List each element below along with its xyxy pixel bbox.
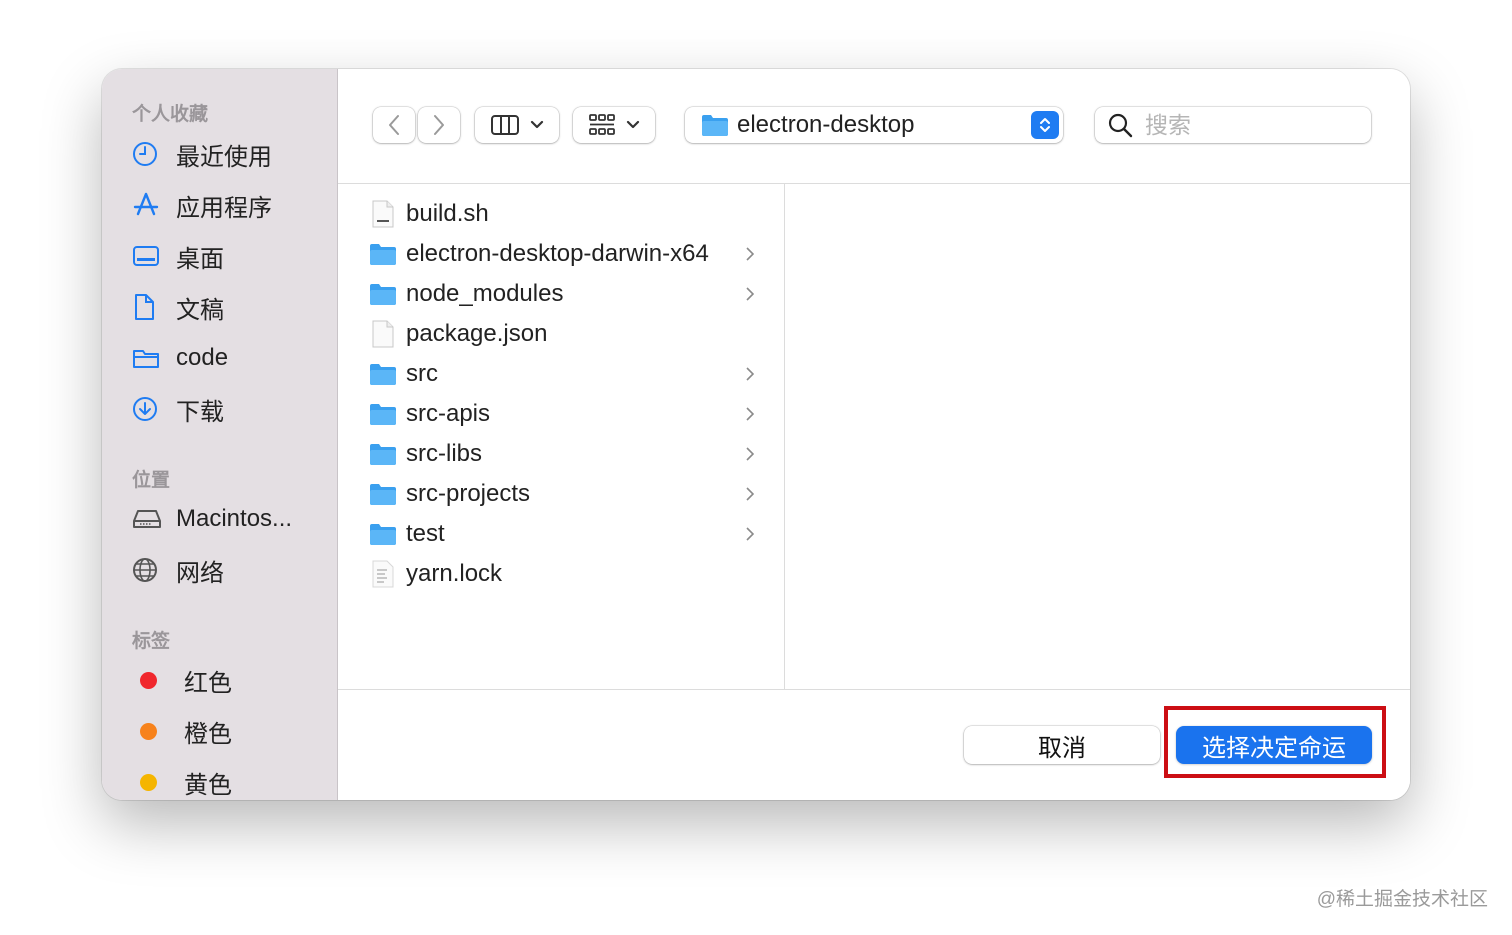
folder-row[interactable]: src-projects — [338, 474, 784, 514]
search-input[interactable] — [1143, 110, 1347, 140]
yellow-tag-dot-icon — [140, 773, 157, 791]
sidebar-section-favorites: 个人收藏 — [132, 104, 209, 125]
forward-button[interactable] — [418, 107, 460, 143]
folder-icon — [368, 439, 398, 469]
chevron-right-icon — [740, 287, 760, 301]
folder-name: src-libs — [406, 440, 482, 467]
chevron-right-icon — [740, 487, 760, 501]
chevron-down-icon — [626, 120, 640, 129]
json-file-icon — [368, 319, 398, 349]
download-icon — [132, 394, 168, 424]
chevron-right-icon — [740, 447, 760, 461]
file-name: package.json — [406, 320, 548, 347]
sidebar-tag-yellow[interactable]: 黄色 — [132, 762, 332, 800]
folder-icon — [368, 399, 398, 429]
file-list-column: build.sh electron-desktop-darwin-x64 nod… — [338, 184, 785, 689]
cancel-button[interactable]: 取消 — [964, 726, 1160, 764]
sidebar-item-downloads[interactable]: 下载 — [132, 389, 332, 429]
chevron-left-icon — [389, 115, 399, 135]
sidebar-item-applications[interactable]: 应用程序 — [132, 185, 332, 225]
sidebar-item-label: 橙色 — [184, 720, 232, 748]
column-view-button[interactable] — [475, 107, 559, 143]
folder-name: electron-desktop-darwin-x64 — [406, 240, 709, 267]
chevron-right-icon — [740, 247, 760, 261]
folder-name: src — [406, 360, 438, 387]
folder-icon — [368, 359, 398, 389]
stepper-icon — [1031, 111, 1059, 139]
main-panel: electron-desktop build.sh — [338, 69, 1410, 800]
clock-icon — [132, 139, 168, 169]
sidebar: 个人收藏 最近使用 应用程序 桌面 文稿 code 下载 位置 Macintos… — [102, 69, 338, 800]
sidebar-item-code[interactable]: code — [132, 338, 332, 378]
folder-row[interactable]: src-libs — [338, 434, 784, 474]
sidebar-item-label: 应用程序 — [176, 194, 272, 222]
watermark: @稀土掘金技术社区 — [1316, 889, 1488, 910]
folder-row[interactable]: electron-desktop-darwin-x64 — [338, 234, 784, 274]
highlight-annotation — [1164, 706, 1386, 778]
group-view-button[interactable] — [573, 107, 655, 143]
sidebar-item-label: code — [176, 344, 229, 371]
sidebar-tag-orange[interactable]: 橙色 — [132, 711, 332, 751]
chevron-right-icon — [740, 527, 760, 541]
sidebar-item-desktop[interactable]: 桌面 — [132, 236, 332, 276]
sidebar-section-tags: 标签 — [132, 631, 171, 652]
folder-icon — [702, 115, 728, 136]
sidebar-item-label: 最近使用 — [176, 143, 272, 171]
folder-icon — [132, 343, 168, 373]
sidebar-item-label: 文稿 — [176, 296, 224, 324]
folder-name: src-projects — [406, 480, 531, 507]
file-open-dialog: 个人收藏 最近使用 应用程序 桌面 文稿 code 下载 位置 Macintos… — [102, 69, 1410, 800]
applications-icon — [132, 190, 168, 220]
sidebar-item-label: 黄色 — [184, 771, 232, 799]
folder-name: node_modules — [406, 280, 564, 307]
folder-row[interactable]: test — [338, 514, 784, 554]
sidebar-item-documents[interactable]: 文稿 — [132, 287, 332, 327]
file-row[interactable]: package.json — [338, 314, 784, 354]
back-button[interactable] — [373, 107, 415, 143]
chevron-right-icon — [740, 407, 760, 421]
sidebar-item-label: 网络 — [176, 559, 224, 587]
folder-name: src-apis — [406, 400, 491, 427]
sidebar-item-label: 下载 — [176, 398, 224, 426]
folder-icon — [368, 239, 398, 269]
sidebar-tag-red[interactable]: 红色 — [132, 660, 332, 700]
sidebar-item-label: 桌面 — [176, 245, 224, 273]
file-name: yarn.lock — [406, 560, 503, 587]
sidebar-item-recents[interactable]: 最近使用 — [132, 134, 332, 174]
file-row[interactable]: build.sh — [338, 194, 784, 234]
folder-row[interactable]: src — [338, 354, 784, 394]
preview-column — [785, 184, 1410, 689]
red-tag-dot-icon — [140, 671, 157, 689]
sidebar-item-macintosh-hd[interactable]: Macintos... — [132, 499, 332, 539]
folder-icon — [368, 279, 398, 309]
sidebar-section-locations: 位置 — [132, 470, 171, 491]
file-name: build.sh — [406, 200, 489, 227]
location-popup[interactable]: electron-desktop — [685, 107, 1063, 143]
toolbar: electron-desktop — [338, 69, 1410, 184]
columns-icon — [491, 115, 519, 135]
grid-icon — [589, 114, 615, 135]
search-icon — [1108, 113, 1133, 138]
shell-script-file-icon — [368, 199, 398, 229]
globe-icon — [132, 555, 168, 585]
text-file-icon — [368, 559, 398, 589]
hard-drive-icon — [132, 504, 168, 534]
folder-icon — [368, 479, 398, 509]
sidebar-item-label: 红色 — [184, 669, 232, 697]
sidebar-item-network[interactable]: 网络 — [132, 550, 332, 590]
search-field[interactable] — [1095, 107, 1371, 143]
orange-tag-dot-icon — [140, 722, 157, 740]
folder-row[interactable]: src-apis — [338, 394, 784, 434]
folder-row[interactable]: node_modules — [338, 274, 784, 314]
document-icon — [132, 292, 168, 322]
desktop-icon — [132, 241, 168, 271]
sidebar-item-label: Macintos... — [176, 505, 293, 532]
chevron-down-icon — [530, 120, 544, 129]
folder-icon — [368, 519, 398, 549]
file-row[interactable]: yarn.lock — [338, 554, 784, 594]
folder-name: test — [406, 520, 445, 547]
chevron-right-icon — [434, 115, 444, 135]
chevron-right-icon — [740, 367, 760, 381]
location-label: electron-desktop — [737, 111, 915, 138]
